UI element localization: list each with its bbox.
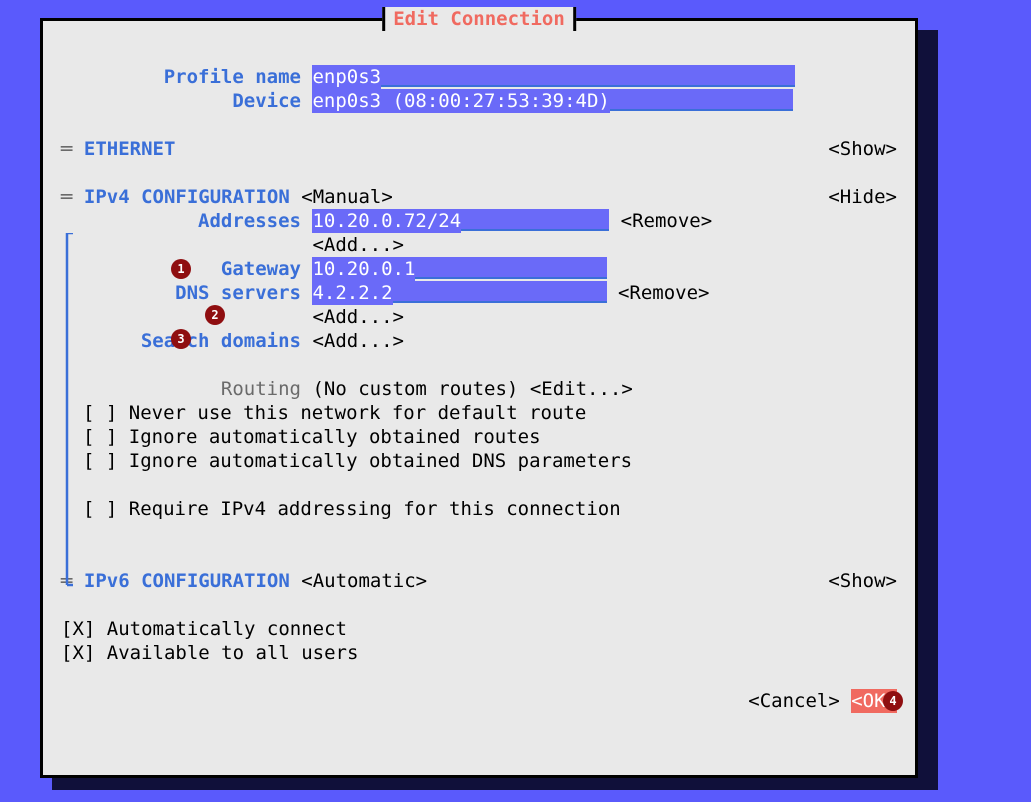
profile-name-input[interactable]: enp0s3	[312, 65, 381, 89]
ipv4-mode-select[interactable]: <Manual>	[301, 186, 393, 208]
address-0-remove-button[interactable]: <Remove>	[621, 209, 713, 233]
window-title: Edit Connection	[393, 8, 565, 30]
section-marker: ═	[61, 138, 84, 160]
cancel-button[interactable]: <Cancel>	[748, 689, 840, 713]
routing-label: Routing	[61, 377, 301, 401]
routing-status: (No custom routes)	[312, 377, 518, 401]
edit-connection-window: Edit Connection Profile name enp0s3 Devi…	[40, 18, 918, 778]
dns-0-input[interactable]: 4.2.2.2	[312, 281, 392, 305]
checkbox-never-default[interactable]: [ ] Never use this network for default r…	[83, 401, 586, 425]
addresses-label: Addresses	[61, 209, 301, 233]
dns-add-button[interactable]: <Add...>	[312, 305, 404, 329]
section-marker: ═	[61, 186, 84, 208]
device-underline	[610, 89, 793, 111]
dns-0-remove-button[interactable]: <Remove>	[618, 281, 710, 305]
routing-edit-button[interactable]: <Edit...>	[530, 377, 633, 401]
checkbox-all-users[interactable]: [X] Available to all users	[61, 641, 358, 665]
gateway-underline	[415, 257, 607, 279]
search-domains-add-button[interactable]: <Add...>	[312, 329, 404, 353]
ipv6-section: IPv6 CONFIGURATION	[84, 570, 290, 592]
annotation-marker-2: 2	[205, 305, 225, 325]
device-label: Device	[61, 89, 301, 113]
address-0-underline	[461, 209, 609, 231]
profile-name-label: Profile name	[61, 65, 301, 89]
address-0-input[interactable]: 10.20.0.72/24	[312, 209, 461, 233]
profile-name-underline	[381, 65, 795, 87]
section-marker: ═	[61, 570, 84, 592]
checkbox-require-ipv4[interactable]: [ ] Require IPv4 addressing for this con…	[83, 497, 621, 521]
gateway-input[interactable]: 10.20.0.1	[312, 257, 415, 281]
annotation-marker-1: 1	[171, 259, 191, 279]
dns-label: DNS servers	[61, 281, 301, 305]
ethernet-section: ETHERNET	[84, 138, 176, 160]
checkbox-ignore-routes[interactable]: [ ] Ignore automatically obtained routes	[83, 425, 541, 449]
annotation-marker-4: 4	[883, 691, 903, 711]
device-input[interactable]: enp0s3 (08:00:27:53:39:4D)	[312, 89, 609, 113]
ipv6-mode-select[interactable]: <Automatic>	[301, 570, 427, 592]
ipv4-section: IPv4 CONFIGURATION	[84, 186, 290, 208]
checkbox-auto-connect[interactable]: [X] Automatically connect	[61, 617, 347, 641]
dns-0-underline	[393, 281, 607, 303]
annotation-marker-3: 3	[171, 329, 191, 349]
checkbox-ignore-dns[interactable]: [ ] Ignore automatically obtained DNS pa…	[83, 449, 632, 473]
ipv6-show-button[interactable]: <Show>	[828, 569, 897, 593]
address-add-button[interactable]: <Add...>	[312, 233, 404, 257]
ethernet-show-button[interactable]: <Show>	[828, 137, 897, 161]
ipv4-hide-button[interactable]: <Hide>	[828, 185, 897, 209]
